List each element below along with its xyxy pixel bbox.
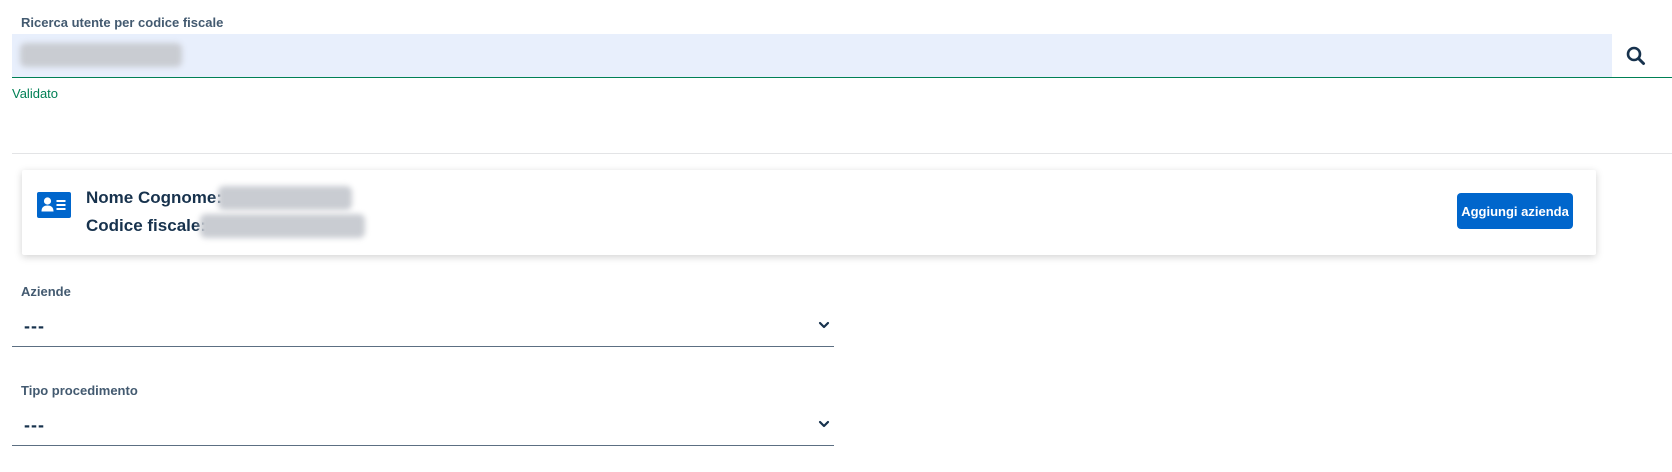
companies-label: Aziende <box>21 284 71 299</box>
procedure-type-selected-value: --- <box>24 415 45 435</box>
page: Ricerca utente per codice fiscale Valida… <box>0 0 1672 472</box>
add-company-button[interactable]: Aggiungi azienda <box>1457 193 1573 229</box>
search-icon <box>1626 46 1645 65</box>
user-name-row: Nome Cognome: <box>86 188 222 208</box>
procedure-type-select[interactable]: --- <box>12 405 834 446</box>
companies-selected-value: --- <box>24 316 45 336</box>
search-button[interactable] <box>1622 42 1650 70</box>
user-name-label: Nome Cognome: <box>86 188 222 207</box>
procedure-type-label: Tipo procedimento <box>21 383 138 398</box>
validation-status: Validato <box>12 86 59 101</box>
id-card-icon <box>37 192 71 223</box>
fiscal-code-row: Codice fiscale: <box>86 216 206 236</box>
search-input-underline <box>12 77 1672 78</box>
user-name-redacted-value <box>218 186 352 210</box>
user-card: Nome Cognome: Codice fiscale: Aggiungi a… <box>22 170 1596 255</box>
search-input[interactable] <box>12 34 1612 77</box>
search-input-redacted-value <box>20 43 182 67</box>
companies-select[interactable]: --- <box>12 306 834 347</box>
chevron-down-icon <box>818 321 830 329</box>
fiscal-code-label: Codice fiscale: <box>86 216 206 235</box>
chevron-down-icon <box>818 420 830 428</box>
fiscal-code-redacted-value <box>200 214 365 238</box>
divider <box>12 153 1672 154</box>
search-label: Ricerca utente per codice fiscale <box>21 15 224 30</box>
